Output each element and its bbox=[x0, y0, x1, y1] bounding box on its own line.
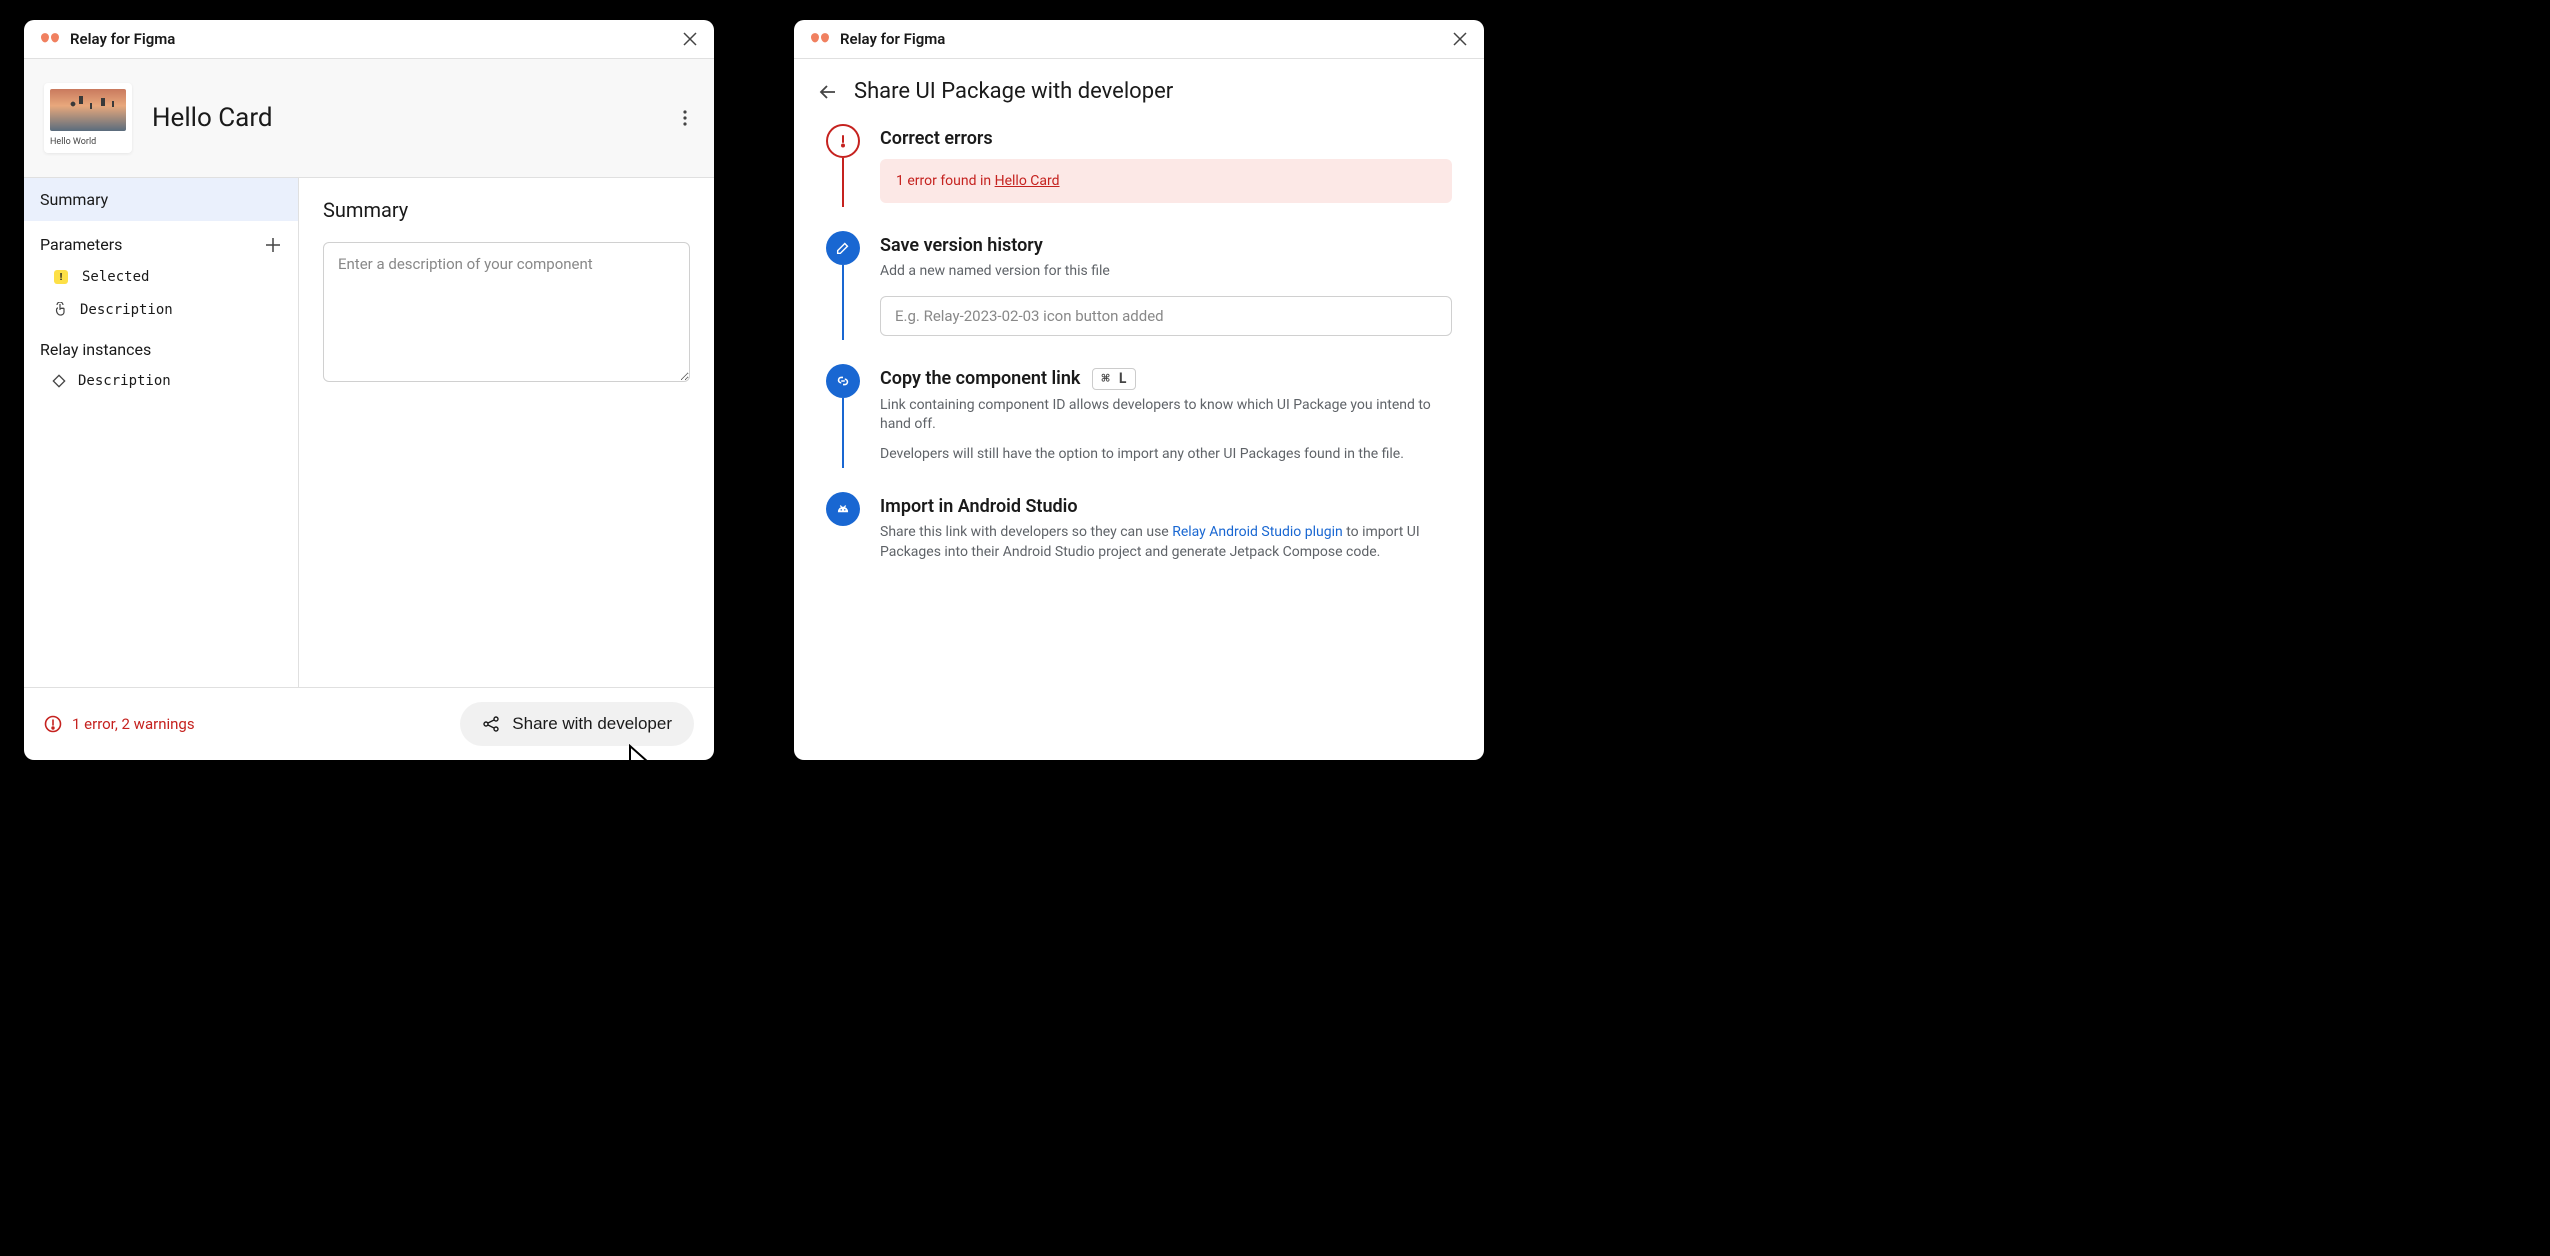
android-step-icon bbox=[826, 492, 860, 526]
error-summary-text: 1 error, 2 warnings bbox=[72, 715, 195, 733]
sidebar-header-parameters: Parameters bbox=[24, 221, 298, 260]
error-banner: 1 error found in Hello Card bbox=[880, 159, 1452, 203]
app-title: Relay for Figma bbox=[840, 30, 1442, 48]
error-circle-icon bbox=[44, 715, 62, 733]
share-button-label: Share with developer bbox=[512, 714, 672, 734]
add-parameter-icon[interactable] bbox=[264, 236, 282, 254]
tap-icon bbox=[52, 302, 68, 318]
version-name-input[interactable] bbox=[880, 296, 1452, 336]
copy-link-title-text: Copy the component link bbox=[880, 368, 1080, 389]
thumbnail-image bbox=[50, 89, 126, 131]
sidebar-header-instances: Relay instances bbox=[24, 326, 298, 365]
keyboard-shortcut: ⌘ L bbox=[1092, 368, 1135, 390]
panel-header: Relay for Figma bbox=[794, 20, 1484, 59]
step-title: Save version history bbox=[880, 235, 1452, 256]
error-banner-prefix: 1 error found in bbox=[896, 173, 995, 189]
step-desc-2: Developers will still have the option to… bbox=[880, 445, 1452, 465]
share-panel: Relay for Figma Share UI Package with de… bbox=[794, 20, 1484, 760]
main-area: Summary bbox=[299, 178, 714, 687]
error-banner-link[interactable]: Hello Card bbox=[995, 173, 1060, 189]
panel-header: Relay for Figma bbox=[24, 20, 714, 59]
step-title: Correct errors bbox=[880, 128, 1452, 149]
step-desc-1: Link containing component ID allows deve… bbox=[880, 396, 1452, 435]
import-description: Share this link with developers so they … bbox=[880, 523, 1452, 562]
step-import-android-studio: Import in Android Studio Share this link… bbox=[826, 492, 1452, 562]
share-icon bbox=[482, 715, 500, 733]
steps-list: Correct errors 1 error found in Hello Ca… bbox=[794, 124, 1484, 583]
parameter-label: Selected bbox=[82, 269, 149, 285]
step-title: Copy the component link ⌘ L bbox=[880, 368, 1452, 390]
thumbnail-caption: Hello World bbox=[50, 131, 126, 147]
import-desc-prefix: Share this link with developers so they … bbox=[880, 524, 1172, 540]
relay-main-panel: Relay for Figma Hello World Hello Card S… bbox=[24, 20, 714, 760]
left-body: Summary Parameters Selected Description bbox=[24, 178, 714, 687]
app-title: Relay for Figma bbox=[70, 30, 672, 48]
left-footer: 1 error, 2 warnings Share with developer bbox=[24, 687, 714, 760]
back-arrow-icon[interactable] bbox=[818, 82, 838, 102]
step-copy-link: Copy the component link ⌘ L Link contain… bbox=[826, 364, 1452, 493]
share-page-title: Share UI Package with developer bbox=[854, 79, 1173, 104]
close-icon[interactable] bbox=[682, 31, 698, 47]
relay-logo-icon bbox=[810, 31, 830, 47]
component-thumbnail: Hello World bbox=[44, 83, 132, 153]
parameter-label: Description bbox=[80, 302, 173, 318]
edit-step-icon bbox=[826, 231, 860, 265]
share-with-developer-button[interactable]: Share with developer bbox=[460, 702, 694, 746]
relay-logo-icon bbox=[40, 31, 60, 47]
step-correct-errors: Correct errors 1 error found in Hello Ca… bbox=[826, 124, 1452, 231]
parameters-label: Parameters bbox=[40, 235, 122, 254]
step-save-version: Save version history Add a new named ver… bbox=[826, 231, 1452, 364]
share-page-header: Share UI Package with developer bbox=[794, 59, 1484, 124]
warning-badge-icon bbox=[52, 268, 70, 286]
relay-plugin-link[interactable]: Relay Android Studio plugin bbox=[1172, 524, 1343, 540]
step-title: Import in Android Studio bbox=[880, 496, 1452, 517]
close-icon[interactable] bbox=[1452, 31, 1468, 47]
sidebar: Summary Parameters Selected Description bbox=[24, 178, 299, 687]
main-heading: Summary bbox=[323, 198, 690, 222]
parameter-row-description[interactable]: Description bbox=[24, 294, 298, 326]
parameter-row-selected[interactable]: Selected bbox=[24, 260, 298, 294]
error-summary-link[interactable]: 1 error, 2 warnings bbox=[44, 715, 195, 733]
instance-row-description[interactable]: Description bbox=[24, 365, 298, 397]
link-step-icon bbox=[826, 364, 860, 398]
instances-label: Relay instances bbox=[40, 340, 151, 359]
component-header-block: Hello World Hello Card bbox=[24, 59, 714, 178]
error-step-icon bbox=[826, 124, 860, 158]
kebab-menu-icon[interactable] bbox=[676, 109, 694, 127]
sidebar-item-summary[interactable]: Summary bbox=[24, 178, 298, 221]
diamond-icon bbox=[52, 374, 66, 388]
cursor-pointer-icon bbox=[628, 744, 652, 760]
instance-label: Description bbox=[78, 373, 171, 389]
component-name: Hello Card bbox=[152, 103, 656, 133]
step-subtitle: Add a new named version for this file bbox=[880, 262, 1452, 282]
description-textarea[interactable] bbox=[323, 242, 690, 382]
